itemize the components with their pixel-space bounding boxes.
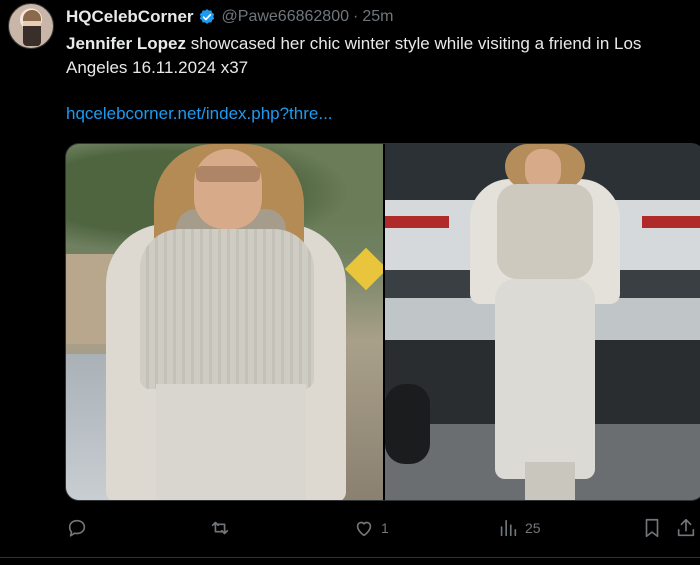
verified-badge-icon [199, 9, 214, 24]
reply-button[interactable] [66, 510, 94, 546]
tweet-timestamp[interactable]: 25m [362, 8, 393, 26]
tweet-text: Jennifer Lopez showcased her chic winter… [66, 32, 700, 80]
tweet-actions: 1 25 [0, 510, 700, 546]
tweet-text-bold: Jennifer Lopez [66, 34, 186, 53]
like-button[interactable]: 1 [353, 510, 389, 546]
share-icon [677, 518, 695, 537]
tweet-header: HQCelebCorner @Pawe66862800 · 25m [66, 6, 393, 28]
retweet-icon [211, 521, 229, 535]
retweet-button[interactable] [209, 510, 237, 546]
media-photo-2[interactable] [385, 144, 700, 500]
share-button[interactable] [675, 510, 697, 546]
tweet-text-line-2: Angeles 16.11.2024 x37 [66, 58, 249, 77]
tweet-text-line-1: Jennifer Lopez showcased her chic winter… [66, 32, 700, 56]
tweet-text-line-1-rest: showcased her chic winter style while vi… [185, 34, 642, 53]
views-count: 25 [525, 520, 541, 536]
media-photo-1[interactable] [66, 144, 383, 500]
header-separator: · [352, 8, 359, 25]
bookmark-button[interactable] [641, 510, 663, 546]
author-display-name[interactable]: HQCelebCorner [66, 7, 194, 27]
avatar[interactable] [8, 3, 54, 49]
reply-icon [68, 519, 86, 537]
views-button[interactable]: 25 [497, 510, 541, 546]
views-icon [500, 519, 517, 537]
tweet[interactable]: HQCelebCorner @Pawe66862800 · 25m Jennif… [0, 0, 700, 565]
heart-icon [356, 521, 372, 537]
bookmark-icon [645, 518, 659, 538]
tweet-divider [0, 557, 700, 558]
media-grid [65, 143, 700, 501]
tweet-link[interactable]: hqcelebcorner.net/index.php?thre... [66, 104, 333, 124]
author-handle[interactable]: @Pawe66862800 [222, 8, 349, 26]
like-count: 1 [381, 520, 389, 536]
